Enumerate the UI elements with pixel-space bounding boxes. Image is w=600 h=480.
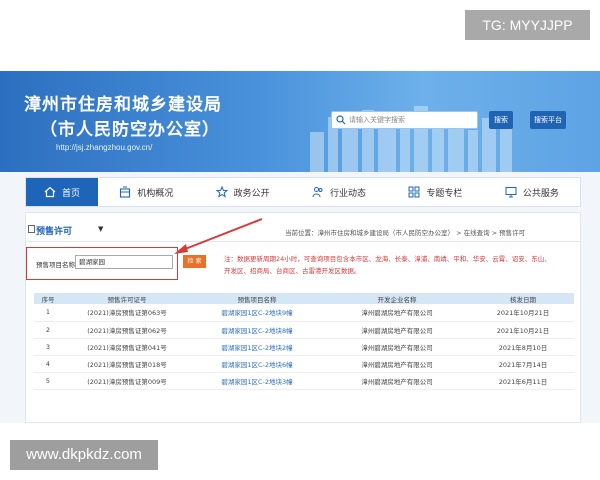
column-header: 预售许可证号 bbox=[62, 293, 192, 304]
nav-government[interactable]: 政务公开 bbox=[194, 178, 290, 206]
nav-industry[interactable]: 行业动态 bbox=[291, 178, 387, 206]
project-name-input[interactable]: 碧湖家园 bbox=[75, 255, 173, 269]
nav-services[interactable]: 公共服务 bbox=[484, 178, 580, 206]
divider bbox=[26, 241, 580, 242]
project-link[interactable]: 碧湖家园1区C-2地块9幢 bbox=[192, 304, 322, 322]
site-subtitle: （市人民防空办公室） bbox=[40, 120, 220, 140]
nav-topics[interactable]: 专题专栏 bbox=[387, 178, 483, 206]
table-row: 2 (2021)漳房预售证第062号 碧湖家园1区C-2地块8幢 漳州碧湖房地产… bbox=[34, 321, 574, 339]
filter-label: 预售项目名称 bbox=[36, 261, 75, 269]
nav-label: 行业动态 bbox=[330, 188, 367, 199]
column-header: 核发日期 bbox=[472, 293, 574, 304]
row-index: 5 bbox=[34, 372, 62, 390]
watermark-bottom: www.dkpkdz.com bbox=[10, 440, 158, 470]
section-title: 预售许可 bbox=[36, 227, 73, 237]
developer-name: 漳州碧湖房地产有限公司 bbox=[322, 338, 472, 356]
issue-date: 2021年6月11日 bbox=[472, 372, 574, 390]
developer-name: 漳州碧湖房地产有限公司 bbox=[322, 372, 472, 390]
results-table: 序号 预售许可证号 预售项目名称 开发企业名称 核发日期 1 (2021)漳房预… bbox=[34, 293, 574, 390]
developer-name: 漳州碧湖房地产有限公司 bbox=[322, 321, 472, 339]
nav-label: 公共服务 bbox=[522, 188, 559, 199]
permit-number: (2021)漳房预售证第018号 bbox=[62, 355, 192, 373]
column-header: 预售项目名称 bbox=[192, 293, 322, 304]
column-header: 序号 bbox=[34, 293, 62, 304]
home-icon bbox=[44, 186, 56, 198]
grid-icon bbox=[408, 186, 420, 198]
site-url[interactable]: http://jsj.zhangzhou.gov.cn/ bbox=[56, 143, 152, 152]
nav-label: 机构概况 bbox=[137, 188, 174, 199]
website: 漳州市住房和城乡建设局 （市人民防空办公室） http://jsj.zhangz… bbox=[0, 71, 600, 423]
nav-label: 首页 bbox=[61, 188, 80, 199]
search-placeholder: 请输入关键字搜索 bbox=[349, 116, 405, 124]
issue-date: 2021年8月10日 bbox=[472, 338, 574, 356]
monitor-icon bbox=[505, 187, 517, 198]
search-icon bbox=[336, 115, 346, 125]
permit-number: (2021)漳房预售证第009号 bbox=[62, 372, 192, 390]
table-row: 3 (2021)漳房预售证第041号 碧湖家园1区C-2地块2幢 漳州碧湖房地产… bbox=[34, 338, 574, 356]
chevron-down-icon[interactable]: ▼ bbox=[98, 225, 103, 233]
star-icon bbox=[215, 186, 228, 198]
arrow-annotation bbox=[174, 218, 263, 254]
site-title: 漳州市住房和城乡建设局 bbox=[24, 95, 222, 115]
watermark-top: TG: MYYJJPP bbox=[465, 10, 590, 40]
search-button[interactable]: 搜索 bbox=[489, 111, 513, 129]
permit-number: (2021)漳房预售证第062号 bbox=[62, 321, 192, 339]
nav-label: 政务公开 bbox=[233, 188, 270, 199]
nav-label: 专题专栏 bbox=[426, 188, 463, 199]
column-header: 开发企业名称 bbox=[322, 293, 472, 304]
table-row: 1 (2021)漳房预售证第063号 碧湖家园1区C-2地块9幢 漳州碧湖房地产… bbox=[34, 304, 574, 322]
document-icon bbox=[28, 225, 35, 233]
search-platform-button[interactable]: 搜索平台 bbox=[530, 111, 566, 129]
nav-institution[interactable]: 机构概况 bbox=[98, 178, 194, 206]
issue-date: 2021年7月14日 bbox=[472, 355, 574, 373]
breadcrumb: 当前位置：漳州市住房和城乡建设局（市人民防空办公室） > 在线查询 > 预售许可 bbox=[285, 229, 526, 237]
permit-number: (2021)漳房预售证第041号 bbox=[62, 338, 192, 356]
project-link[interactable]: 碧湖家园1区C-2地块2幢 bbox=[192, 338, 322, 356]
main-nav: 首页 机构概况 政务公开 行业动态 专题专栏 公共服务 bbox=[25, 177, 581, 207]
notice-text: 注：数据更新周期24小时，可查询项目包含本市区、龙海、长泰、漳浦、南靖、平和、华… bbox=[224, 255, 551, 275]
issue-date: 2021年10月21日 bbox=[472, 321, 574, 339]
row-index: 2 bbox=[34, 321, 62, 339]
developer-name: 漳州碧湖房地产有限公司 bbox=[322, 355, 472, 373]
permit-number: (2021)漳房预售证第063号 bbox=[62, 304, 192, 322]
developer-name: 漳州碧湖房地产有限公司 bbox=[322, 304, 472, 322]
project-link[interactable]: 碧湖家园1区C-2地块8幢 bbox=[192, 321, 322, 339]
content-panel: 预售许可 ▼ 当前位置：漳州市住房和城乡建设局（市人民防空办公室） > 在线查询… bbox=[25, 212, 581, 423]
row-index: 1 bbox=[34, 304, 62, 322]
nav-home[interactable]: 首页 bbox=[26, 178, 98, 206]
row-index: 4 bbox=[34, 355, 62, 373]
people-icon bbox=[312, 187, 323, 198]
row-index: 3 bbox=[34, 338, 62, 356]
project-link[interactable]: 碧湖家园1区C-2地块3幢 bbox=[192, 372, 322, 390]
header-banner: 漳州市住房和城乡建设局 （市人民防空办公室） http://jsj.zhangz… bbox=[0, 71, 600, 172]
project-link[interactable]: 碧湖家园1区C-2地块6幢 bbox=[192, 355, 322, 373]
issue-date: 2021年10月21日 bbox=[472, 304, 574, 322]
table-row: 5 (2021)漳房预售证第009号 碧湖家园1区C-2地块3幢 漳州碧湖房地产… bbox=[34, 372, 574, 390]
building-icon bbox=[120, 186, 131, 198]
table-row: 4 (2021)漳房预售证第018号 碧湖家园1区C-2地块6幢 漳州碧湖房地产… bbox=[34, 355, 574, 373]
search-input[interactable]: 请输入关键字搜索 bbox=[331, 111, 478, 129]
